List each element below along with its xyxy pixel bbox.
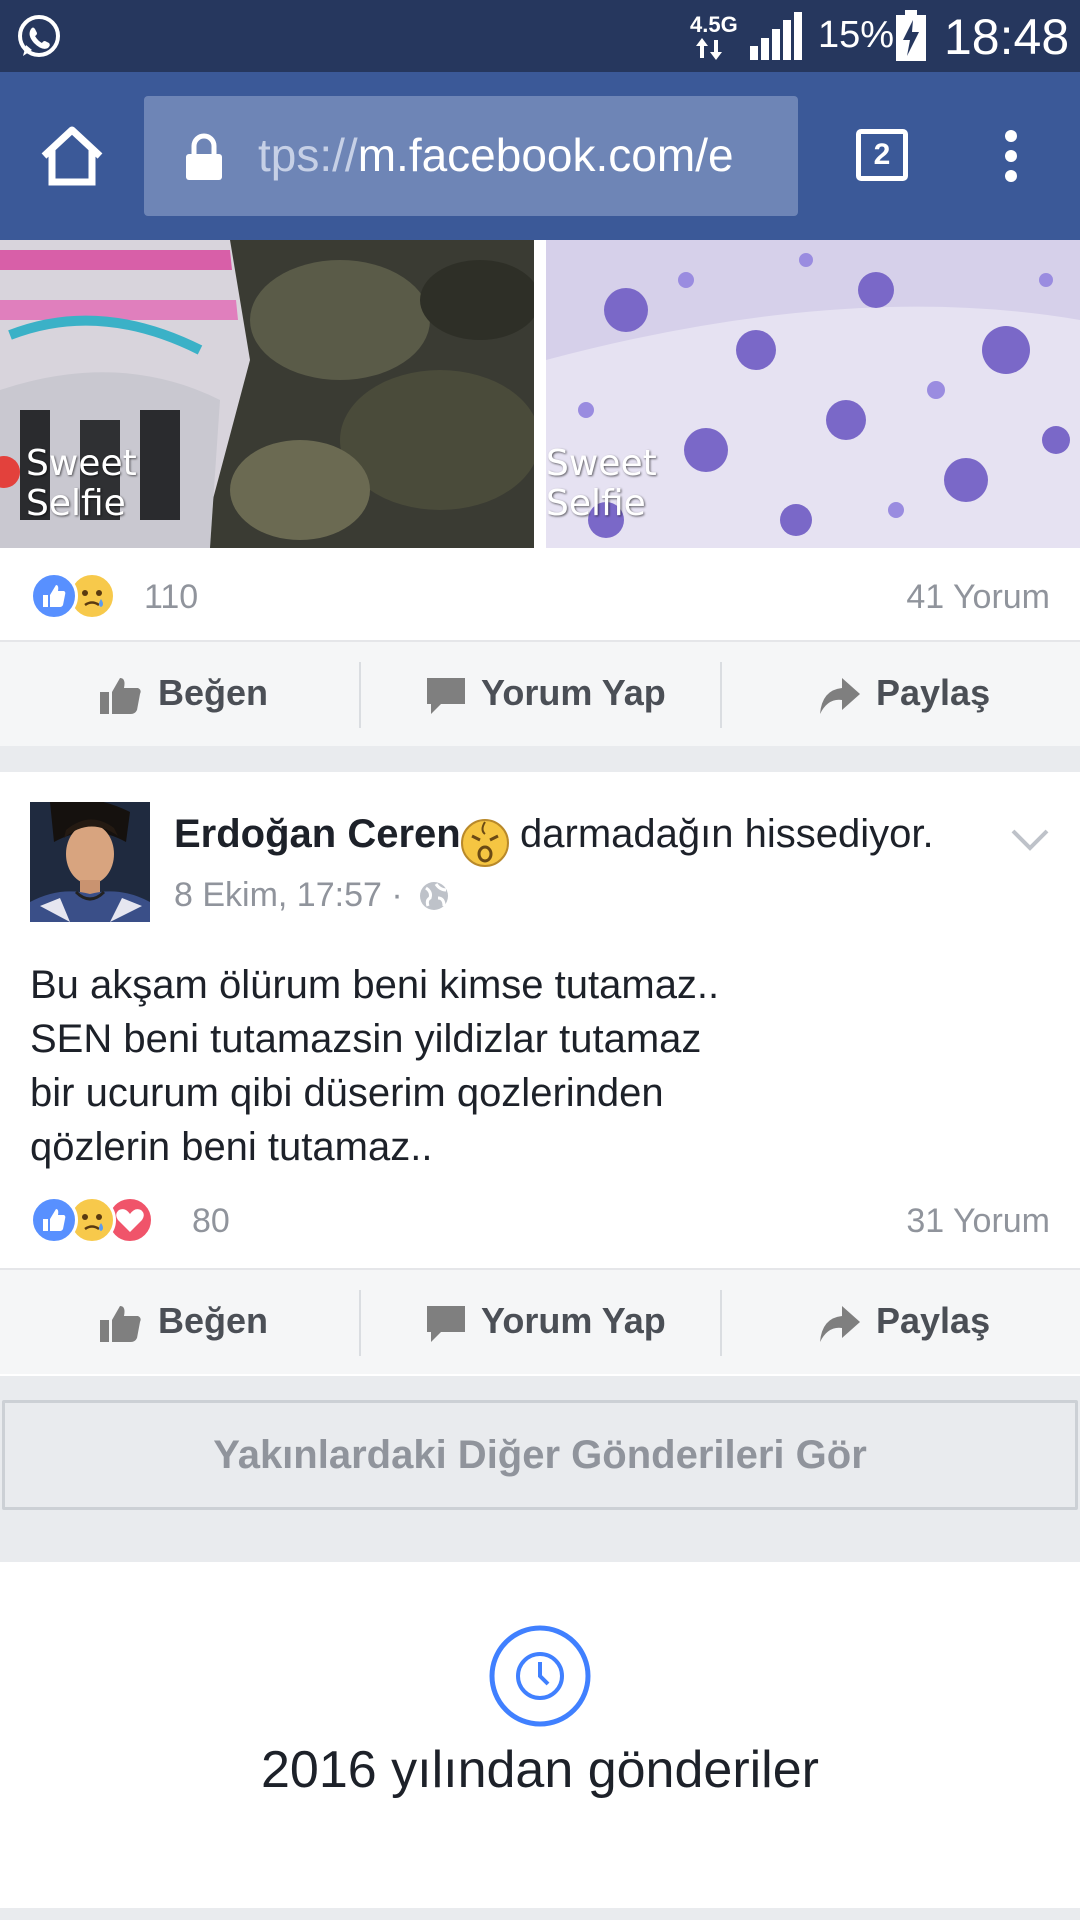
post-body: Bu akşam ölürum beni kimse tutamaz.. SEN… <box>30 958 719 1174</box>
photo-right[interactable]: Sweet Selfie <box>546 240 1080 548</box>
photo-left-caption: Sweet Selfie <box>26 443 137 524</box>
comment-count[interactable]: 41 Yorum <box>906 578 1050 617</box>
reactions-summary[interactable]: 110 41 Yorum <box>0 548 1080 640</box>
thumbs-up-icon <box>100 1306 141 1342</box>
url-host: m.facebook.com/e <box>357 129 734 181</box>
clock-icon <box>489 1625 591 1727</box>
lock-icon <box>186 133 222 180</box>
like-reaction-icon <box>30 1196 78 1244</box>
signal-icon <box>750 12 802 60</box>
post-line: Bu akşam ölürum beni kimse tutamaz.. <box>30 963 720 1007</box>
globe-icon <box>420 882 448 910</box>
photo-right-caption: Sweet Selfie <box>546 443 657 524</box>
comment-icon <box>427 1306 465 1342</box>
comment-count[interactable]: 31 Yorum <box>906 1202 1050 1241</box>
share-label: Paylaş <box>876 672 991 713</box>
battery-percent: 15% <box>818 14 895 56</box>
battery-charging-icon <box>896 10 926 61</box>
share-arrow-icon <box>820 1306 860 1342</box>
status-bar: 4.5G 15% 18:48 <box>0 0 1080 72</box>
network-indicator: 4.5G <box>688 10 738 62</box>
comment-button[interactable]: Yorum Yap <box>361 1270 721 1376</box>
comment-button[interactable]: Yorum Yap <box>361 642 721 748</box>
data-arrows-icon <box>696 38 722 60</box>
see-more-section: Yakınlardaki Diğer Gönderileri Gör <box>0 1376 1080 1562</box>
year-section-title: 2016 yılından gönderiler <box>261 1741 819 1799</box>
like-label: Beğen <box>158 672 269 713</box>
browser-toolbar: tps://m.facebook.com/e 2 <box>0 72 1080 240</box>
post-photos: Sweet Selfie Sweet Selfie <box>0 240 1080 548</box>
post-timestamp[interactable]: 8 Ekim, 17:57 · <box>174 876 403 915</box>
url-scheme: tps:// <box>258 129 358 181</box>
feed-separator <box>0 746 1080 772</box>
feed-separator <box>0 1908 1080 1920</box>
avatar-image <box>30 802 150 922</box>
see-more-button[interactable]: Yakınlardaki Diğer Gönderileri Gör <box>2 1400 1078 1510</box>
clock-time: 18:48 <box>944 9 1070 65</box>
comment-icon <box>427 678 465 714</box>
network-type: 4.5G <box>690 12 738 37</box>
avatar[interactable] <box>30 802 150 922</box>
year-section: 2016 yılından gönderiler <box>0 1562 1080 1908</box>
feeling-emoji-icon <box>461 819 509 867</box>
reaction-count: 110 <box>144 578 199 616</box>
tab-switcher-button[interactable]: 2 <box>856 129 908 181</box>
comment-label: Yorum Yap <box>481 672 666 713</box>
overflow-menu-icon[interactable] <box>998 130 1024 186</box>
share-button[interactable]: Paylaş <box>722 1270 1080 1376</box>
like-label: Beğen <box>158 1300 269 1341</box>
post-feeling: darmadağın hissediyor. <box>520 812 934 856</box>
home-icon[interactable] <box>38 124 106 188</box>
reaction-count: 80 <box>192 1202 230 1240</box>
comment-label: Yorum Yap <box>481 1300 666 1341</box>
post-line: SEN beni tutamazsin yildizlar tutamaz <box>30 1017 702 1061</box>
post-author[interactable]: Erdoğan Ceren <box>174 812 461 857</box>
reactions-summary[interactable]: 80 31 Yorum <box>0 1172 1080 1264</box>
chevron-down-icon[interactable] <box>1010 828 1050 852</box>
like-button[interactable]: Beğen <box>0 642 360 748</box>
address-bar[interactable]: tps://m.facebook.com/e <box>144 96 798 216</box>
feed-post: Erdoğan Ceren darmadağın hissediyor. 8 E… <box>0 772 1080 1376</box>
share-button[interactable]: Paylaş <box>722 642 1080 748</box>
post-line: qözlerin beni tutamaz.. <box>30 1125 433 1169</box>
like-reaction-icon <box>30 572 78 620</box>
like-button[interactable]: Beğen <box>0 1270 360 1376</box>
url-text[interactable]: tps://m.facebook.com/e <box>258 128 778 182</box>
post-actions: Beğen Yorum Yap Paylaş <box>0 1268 1080 1374</box>
whatsapp-icon <box>18 15 60 57</box>
share-arrow-icon <box>820 678 860 714</box>
share-label: Paylaş <box>876 1300 991 1341</box>
photo-left[interactable]: Sweet Selfie <box>0 240 534 548</box>
post-line: bir ucurum qibi düserim qozlerinden <box>30 1071 664 1115</box>
post-actions: Beğen Yorum Yap Paylaş <box>0 640 1080 746</box>
thumbs-up-icon <box>100 678 141 714</box>
